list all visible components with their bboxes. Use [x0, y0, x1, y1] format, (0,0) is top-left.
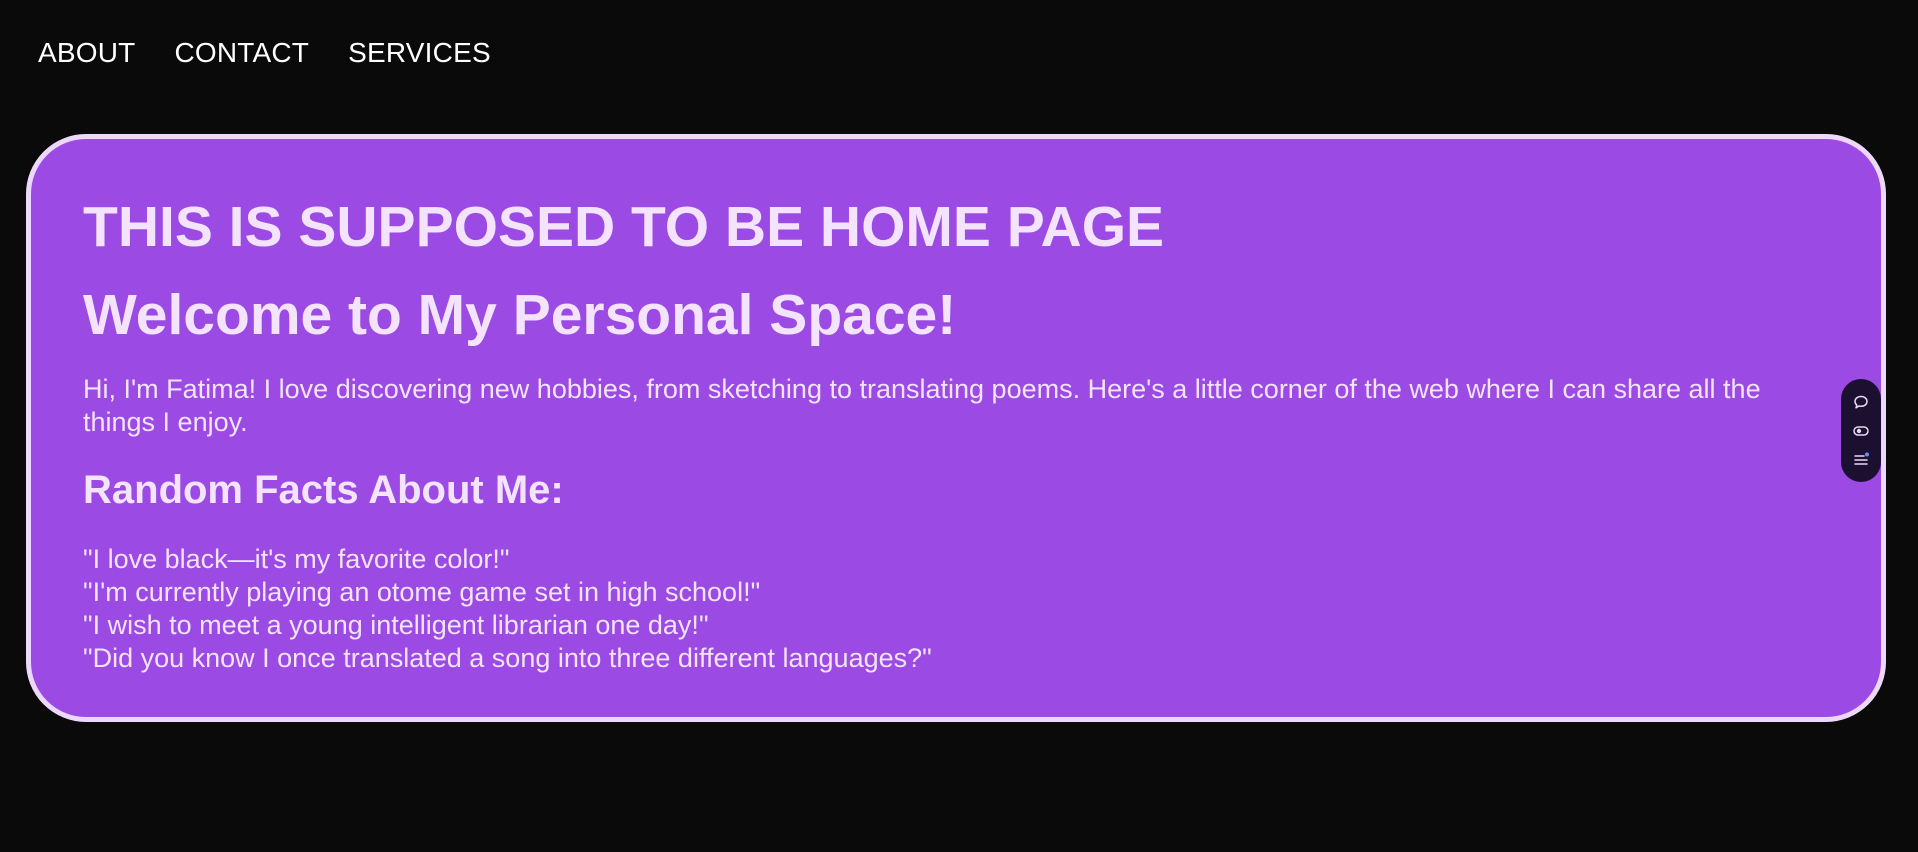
nav-link-contact[interactable]: CONTACT: [174, 36, 309, 70]
fact-item: "I love black—it's my favorite color!": [83, 544, 510, 574]
comment-icon[interactable]: [1851, 392, 1871, 412]
nav-link-services[interactable]: SERVICES: [348, 36, 491, 70]
menu-icon[interactable]: [1851, 449, 1871, 469]
fact-item: "Did you know I once translated a song i…: [83, 643, 932, 673]
facts-heading: Random Facts About Me:: [83, 468, 564, 512]
fact-item: "I wish to meet a young intelligent libr…: [83, 610, 709, 640]
welcome-heading: Welcome to My Personal Space!: [83, 283, 957, 347]
page-title: THIS IS SUPPOSED TO BE HOME PAGE: [83, 195, 1165, 259]
top-nav: ABOUT CONTACT SERVICES: [38, 36, 491, 70]
home-card: THIS IS SUPPOSED TO BE HOME PAGE Welcome…: [26, 134, 1886, 722]
intro-paragraph: Hi, I'm Fatima! I love discovering new h…: [83, 374, 1761, 437]
fact-item: "I'm currently playing an otome game set…: [83, 577, 761, 607]
floating-toolbar: [1841, 379, 1881, 482]
nav-link-about[interactable]: ABOUT: [38, 36, 135, 70]
facts-list: "I love black—it's my favorite color!" "…: [83, 543, 1831, 675]
eye-icon[interactable]: [1851, 421, 1871, 441]
